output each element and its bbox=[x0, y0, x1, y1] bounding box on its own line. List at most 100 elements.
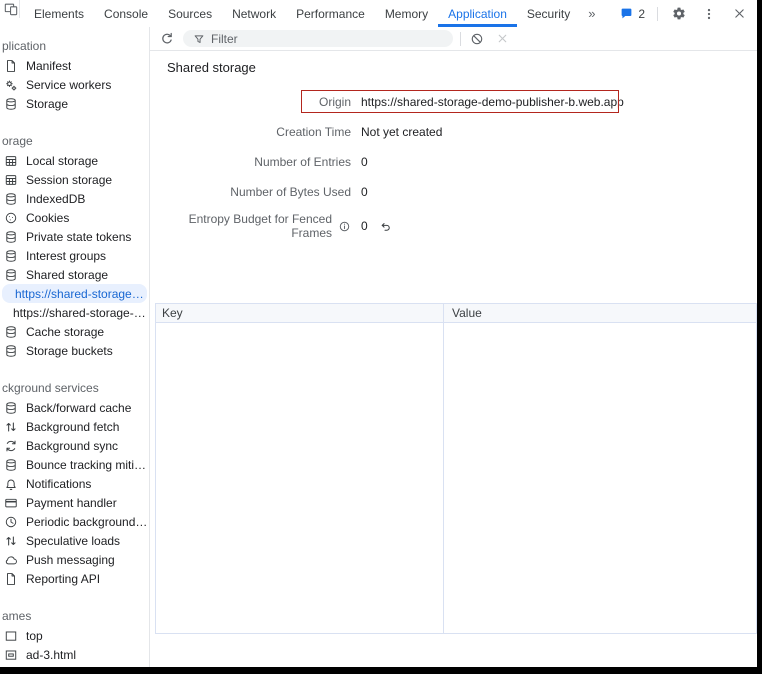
database-icon bbox=[4, 249, 18, 263]
close-devtools-button[interactable] bbox=[730, 5, 748, 23]
sidebar-item-service-workers[interactable]: Service workers bbox=[0, 75, 149, 94]
clear-all-button[interactable] bbox=[468, 30, 486, 48]
sidebar-item-label: Speculative loads bbox=[26, 534, 120, 548]
metadata-label-text: Origin bbox=[319, 95, 351, 109]
sidebar-item-label: Shared storage bbox=[26, 268, 108, 282]
service-worker-icon bbox=[4, 78, 18, 92]
sidebar-item-label: Bounce tracking mitiga… bbox=[26, 458, 149, 472]
sidebar-item-indexeddb[interactable]: IndexedDB bbox=[0, 189, 149, 208]
sidebar-item-storage-buckets[interactable]: Storage buckets bbox=[0, 341, 149, 360]
sidebar-item-storage[interactable]: Storage bbox=[0, 94, 149, 113]
refresh-button[interactable] bbox=[158, 30, 176, 48]
tab-network[interactable]: Network bbox=[222, 0, 286, 27]
metadata-row-creation-time: Creation Time Not yet created bbox=[166, 122, 762, 142]
preview-pane bbox=[150, 634, 762, 667]
sidebar-item-cache-storage[interactable]: Cache storage bbox=[0, 322, 149, 341]
sidebar-item-local-storage[interactable]: Local storage bbox=[0, 151, 149, 170]
issues-bubble-icon bbox=[619, 7, 633, 21]
metadata-row-origin: Originhttps://shared-storage-demo-publis… bbox=[166, 92, 762, 112]
sidebar-item-label: IndexedDB bbox=[26, 192, 85, 206]
sidebar-item-label: Push messaging bbox=[26, 553, 115, 567]
reset-entropy-button[interactable] bbox=[379, 219, 393, 233]
sidebar-item-label: Storage bbox=[26, 97, 68, 111]
metadata-value: Not yet created bbox=[361, 125, 762, 139]
database-icon bbox=[4, 401, 18, 415]
sidebar-item-interest-groups[interactable]: Interest groups bbox=[0, 246, 149, 265]
page-title: Shared storage bbox=[150, 51, 762, 76]
sidebar-item-https-shared-storage-d[interactable]: https://shared-storage-d… bbox=[0, 303, 149, 322]
sidebar-item-push-messaging[interactable]: Push messaging bbox=[0, 550, 149, 569]
tab-performance[interactable]: Performance bbox=[286, 0, 375, 27]
column-divider[interactable] bbox=[443, 323, 444, 633]
sidebar-item-https-shared-storage-d[interactable]: https://shared-storage-d… bbox=[2, 284, 147, 303]
issues-counter[interactable]: 2 bbox=[619, 7, 645, 21]
sidebar-item-shared-storage[interactable]: Shared storage bbox=[0, 265, 149, 284]
sidebar-item-payment-handler[interactable]: Payment handler bbox=[0, 493, 149, 512]
arrows-updown-icon bbox=[4, 534, 18, 548]
sidebar-item-private-state-tokens[interactable]: Private state tokens bbox=[0, 227, 149, 246]
sidebar-item-background-sync[interactable]: Background sync bbox=[0, 436, 149, 455]
metadata-value: 0 bbox=[361, 185, 762, 199]
sidebar-item-reporting-api[interactable]: Reporting API bbox=[0, 569, 149, 588]
devtools-body: plicationManifestService workersStorageo… bbox=[0, 27, 762, 667]
sidebar-item-label: Back/forward cache bbox=[26, 401, 131, 415]
table-icon bbox=[4, 173, 18, 187]
cloud-icon bbox=[4, 553, 18, 567]
sidebar-item-background-fetch[interactable]: Background fetch bbox=[0, 417, 149, 436]
sidebar-item-cookies[interactable]: Cookies bbox=[0, 208, 149, 227]
sidebar-item-speculative-loads[interactable]: Speculative loads bbox=[0, 531, 149, 550]
iframe-icon bbox=[4, 648, 18, 662]
delete-selected-button[interactable] bbox=[493, 30, 511, 48]
cookie-icon bbox=[4, 211, 18, 225]
settings-button[interactable] bbox=[670, 5, 688, 23]
database-icon bbox=[4, 344, 18, 358]
metadata-value-text: 0 bbox=[361, 219, 368, 233]
sidebar-item-bounce-tracking-mitiga[interactable]: Bounce tracking mitiga… bbox=[0, 455, 149, 474]
filter-funnel-icon bbox=[192, 32, 206, 46]
panel-tabs: ElementsConsoleSourcesNetworkPerformance… bbox=[24, 0, 580, 27]
table-icon bbox=[4, 154, 18, 168]
shared-storage-panel: Shared storage Originhttps://shared-stor… bbox=[150, 27, 762, 667]
tab-sources[interactable]: Sources bbox=[158, 0, 222, 27]
tab-memory[interactable]: Memory bbox=[375, 0, 438, 27]
tab-application[interactable]: Application bbox=[438, 0, 517, 27]
sidebar-item-manifest[interactable]: Manifest bbox=[0, 56, 149, 75]
metadata-label: Entropy Budget for Fenced Frames bbox=[166, 212, 351, 240]
entries-table-body[interactable] bbox=[156, 323, 756, 633]
sidebar-item-periodic-background-s[interactable]: Periodic background s… bbox=[0, 512, 149, 531]
document-icon bbox=[4, 572, 18, 586]
filter-box[interactable] bbox=[183, 30, 453, 47]
sidebar-section-application: plication bbox=[0, 37, 149, 56]
column-header-key[interactable]: Key bbox=[156, 304, 444, 322]
tab-elements[interactable]: Elements bbox=[24, 0, 94, 27]
kebab-icon bbox=[702, 7, 716, 21]
metadata-row-number-of-bytes-used: Number of Bytes Used 0 bbox=[166, 182, 762, 202]
devtools-window: ElementsConsoleSourcesNetworkPerformance… bbox=[0, 0, 762, 674]
metadata-view: Originhttps://shared-storage-demo-publis… bbox=[150, 76, 762, 242]
gear-icon bbox=[672, 7, 686, 21]
sidebar-item-back-forward-cache[interactable]: Back/forward cache bbox=[0, 398, 149, 417]
customize-menu-button[interactable] bbox=[700, 5, 718, 23]
metadata-label: Number of Bytes Used bbox=[166, 185, 351, 199]
document-icon bbox=[4, 59, 18, 73]
info-icon[interactable] bbox=[337, 219, 351, 233]
database-icon bbox=[4, 325, 18, 339]
sidebar-item-notifications[interactable]: Notifications bbox=[0, 474, 149, 493]
database-icon bbox=[4, 97, 18, 111]
sidebar-item-session-storage[interactable]: Session storage bbox=[0, 170, 149, 189]
tab-security[interactable]: Security bbox=[517, 0, 580, 27]
sidebar-item-label: Background fetch bbox=[26, 420, 119, 434]
tab-console[interactable]: Console bbox=[94, 0, 158, 27]
filter-input[interactable] bbox=[211, 32, 444, 46]
sidebar-item-label: top bbox=[26, 629, 43, 643]
metadata-label-text: Number of Bytes Used bbox=[230, 185, 351, 199]
more-tabs-button[interactable]: » bbox=[580, 0, 604, 27]
metadata-label: Creation Time bbox=[166, 125, 351, 139]
sidebar-item-top[interactable]: top bbox=[0, 626, 149, 645]
bell-icon bbox=[4, 477, 18, 491]
column-header-value[interactable]: Value bbox=[444, 304, 756, 322]
sidebar-item-label: Background sync bbox=[26, 439, 118, 453]
block-icon bbox=[470, 32, 484, 46]
sidebar-item-ad-3-html[interactable]: ad-3.html bbox=[0, 645, 149, 664]
toggle-device-toolbar-button[interactable] bbox=[2, 0, 20, 18]
